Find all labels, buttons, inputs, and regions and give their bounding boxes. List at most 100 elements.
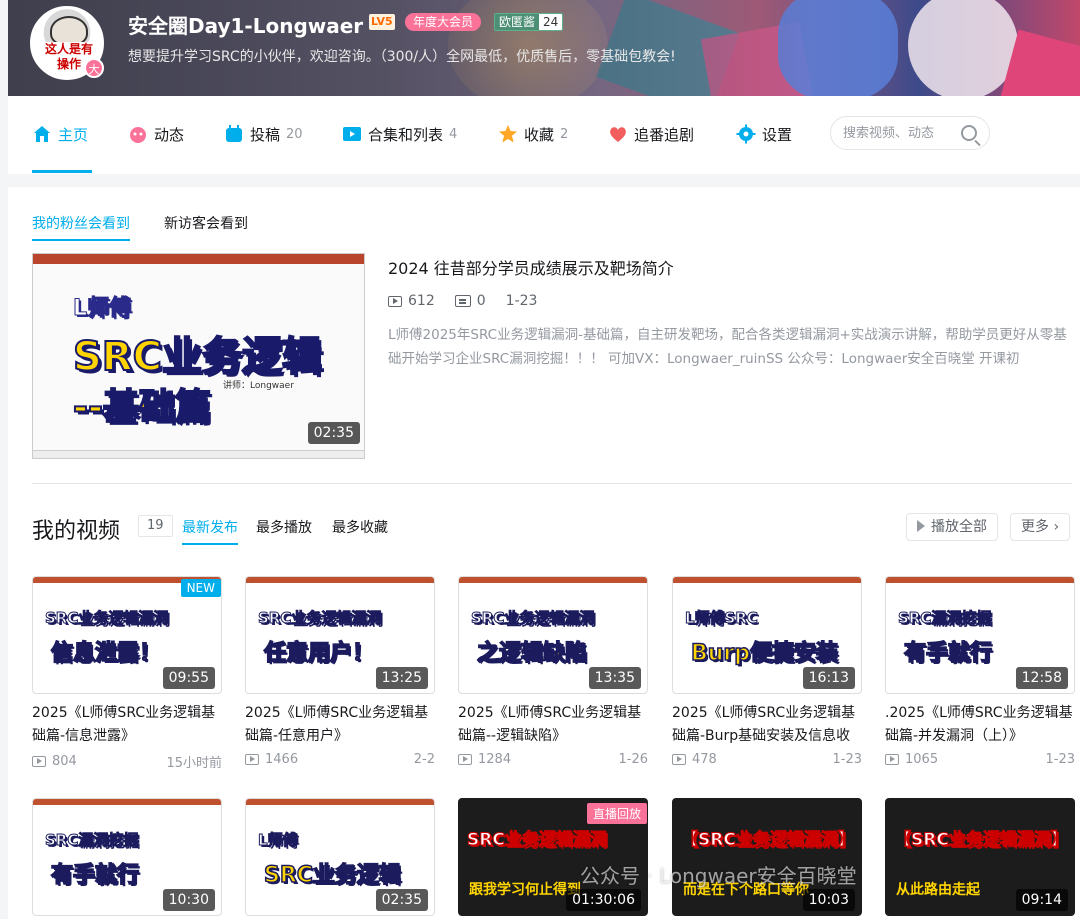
video-duration: 09:14 [1015, 889, 1068, 911]
video-thumbnail[interactable]: L师傅 SRC业务逻辑 02:35 [245, 798, 435, 916]
audience-tabs: 我的粉丝会看到 新访客会看到 [32, 213, 248, 241]
video-date: 15小时前 [166, 756, 222, 771]
tab-visitor-view[interactable]: 新访客会看到 [164, 213, 248, 241]
video-thumbnail[interactable]: SRC漏洞挖掘 有手就行 10:30 [32, 798, 222, 916]
sort-most-favorited[interactable]: 最多收藏 [332, 517, 388, 537]
video-title[interactable]: .2025《L师傅SRC业务逻辑基础篇-并发漏洞（上）》 [885, 702, 1075, 748]
video-title[interactable]: 2025《L师傅SRC业务逻辑基础篇-信息泄露》 [32, 702, 222, 748]
video-views: 1284 [478, 752, 512, 767]
video-thumb-line2: 信息泄露！ [50, 640, 162, 667]
level-badge[interactable]: LV5 [369, 14, 395, 30]
nav-collection[interactable]: 合集和列表 4 [342, 122, 457, 146]
video-card[interactable]: SRC漏洞挖掘 有手就行 12:58 .2025《L师傅SRC业务逻辑基础篇-并… [885, 576, 1075, 767]
video-meta: 1284 1-26 [458, 752, 648, 767]
video-thumb-line2: 有手就行 [50, 862, 140, 889]
video-duration: 12:58 [1015, 667, 1068, 689]
video-thumbnail[interactable]: SRC业务逻辑漏洞 跟我学习何止得到 直播回放 01:30:06 [458, 798, 648, 916]
nav-home[interactable]: 主页 [32, 122, 88, 146]
play-count-icon [458, 754, 472, 765]
video-thumb-line1: SRC业务逻辑漏洞 [470, 609, 595, 628]
featured-thumb-line2: SRC业务逻辑 [72, 333, 323, 381]
nav-settings[interactable]: 设置 [736, 122, 792, 146]
video-thumb-line1: L师傅SRC [685, 609, 759, 628]
nav-upload-label: 投稿 [250, 125, 281, 144]
fan-medal[interactable]: 欧匿酱 24 [494, 13, 564, 31]
featured-description: L师傅2025年SRC业务逻辑漏洞-基础篇，自主研发靶场，配合各类逻辑漏洞+实战… [388, 327, 1067, 367]
video-thumb-line1: SRC业务逻辑漏洞 [44, 609, 169, 628]
nav-favorites[interactable]: 收藏 2 [498, 122, 568, 146]
video-thumb-line2: 有手就行 [903, 640, 993, 667]
play-count-icon [672, 754, 686, 765]
dynamic-icon [128, 124, 148, 144]
video-card[interactable]: SRC业务逻辑漏洞 任意用户！ 13:25 2025《L师傅SRC业务逻辑基础篇… [245, 576, 435, 767]
sort-latest[interactable]: 最新发布 [182, 517, 238, 545]
video-title[interactable]: 2025《L师傅SRC业务逻辑基础篇-Burp基础安装及信息收 [672, 702, 862, 748]
video-card[interactable]: 【SRC业务逻辑漏洞】 而是在下个路口等你 10:03 [672, 798, 862, 916]
more-label: 更多 [1021, 519, 1049, 535]
nav-dynamic[interactable]: 动态 [128, 122, 184, 146]
video-duration: 13:35 [588, 667, 641, 689]
gear-icon [736, 124, 756, 144]
new-badge: NEW [180, 579, 221, 597]
nav-upload[interactable]: 投稿 20 [224, 122, 303, 146]
avatar-text-1: 这人是有 [36, 42, 102, 56]
video-thumbnail[interactable]: SRC业务逻辑漏洞 之逻辑缺陷 13:35 [458, 576, 648, 694]
nav-bangumi[interactable]: 追番追剧 [608, 122, 694, 146]
more-button[interactable]: 更多 › [1010, 513, 1071, 541]
collection-icon [342, 124, 362, 144]
video-card[interactable]: SRC漏洞挖掘 有手就行 10:30 [32, 798, 222, 916]
video-views: 1466 [265, 752, 299, 767]
video-title[interactable]: 2025《L师傅SRC业务逻辑基础篇-任意用户》 [245, 702, 435, 748]
search-input[interactable] [843, 123, 953, 143]
upload-icon [224, 124, 244, 144]
nav-favorites-label: 收藏 [524, 125, 555, 144]
video-thumbnail[interactable]: SRC业务逻辑漏洞 信息泄露！ NEW 09:55 [32, 576, 222, 694]
featured-thumb-line3: --基础篇 [72, 386, 212, 429]
video-thumbnail[interactable]: 【SRC业务逻辑漏洞】 而是在下个路口等你 10:03 [672, 798, 862, 916]
search-box [830, 116, 990, 150]
user-name: 安全圈Day1-Longwaer [128, 14, 364, 38]
sort-most-played[interactable]: 最多播放 [256, 517, 312, 537]
video-card[interactable]: 【SRC业务逻辑漏洞】 从此路由走起 09:14 [885, 798, 1075, 916]
video-views: 478 [692, 752, 717, 767]
video-thumb-line1: SRC漏洞挖掘 [44, 831, 139, 850]
featured-duration: 02:35 [307, 422, 360, 444]
play-count-icon [32, 756, 46, 767]
video-card[interactable]: SRC业务逻辑漏洞 信息泄露！ NEW 09:55 2025《L师傅SRC业务逻… [32, 576, 222, 771]
tab-fans-view[interactable]: 我的粉丝会看到 [32, 213, 130, 241]
profile-page: 这人是有 操作 大 安全圈Day1-Longwaer LV5 年度大会员 欧匿酱… [0, 0, 1080, 919]
video-card[interactable]: L师傅SRC Burp便捷安装 16:13 2025《L师傅SRC业务逻辑基础篇… [672, 576, 862, 767]
video-thumbnail[interactable]: SRC业务逻辑漏洞 任意用户！ 13:25 [245, 576, 435, 694]
vip-badge[interactable]: 年度大会员 [405, 13, 482, 31]
video-thumb-line1: SRC漏洞挖掘 [897, 609, 992, 628]
video-thumb-line2: 之逻辑缺陷 [476, 640, 588, 667]
featured-thumb-line1: L师傅 [72, 296, 132, 322]
video-thumb-line1: 【SRC业务逻辑漏洞】 [681, 830, 856, 851]
nav-favorites-count: 2 [560, 126, 569, 142]
nav-active-underline [32, 170, 92, 173]
video-thumbnail[interactable]: 【SRC业务逻辑漏洞】 从此路由走起 09:14 [885, 798, 1075, 916]
video-duration: 13:25 [375, 667, 428, 689]
featured-video-thumbnail[interactable]: L师傅 SRC业务逻辑 --基础篇 讲师：Longwaer 02:35 [32, 253, 365, 459]
live-replay-badge: 直播回放 [586, 803, 647, 824]
featured-thumb-sub: 讲师：Longwaer [223, 381, 294, 391]
video-date: 1-26 [618, 752, 648, 767]
video-thumbnail[interactable]: L师傅SRC Burp便捷安装 16:13 [672, 576, 862, 694]
watermark: 公众号 · Longwaer安全百晓堂 [580, 864, 857, 888]
video-title[interactable]: 2025《L师傅SRC业务逻辑基础篇--逻辑缺陷》 [458, 702, 648, 748]
section-divider [32, 483, 1072, 484]
featured-title[interactable]: 2024 往昔部分学员成绩展示及靶场简介 [388, 255, 674, 279]
video-duration: 10:30 [162, 889, 215, 911]
video-thumb-line1: L师傅 [258, 831, 299, 850]
play-all-button[interactable]: 播放全部 [906, 513, 998, 541]
video-thumbnail[interactable]: SRC漏洞挖掘 有手就行 12:58 [885, 576, 1075, 694]
video-duration: 10:03 [802, 889, 855, 911]
search-icon[interactable] [961, 125, 977, 141]
video-card[interactable]: L师傅 SRC业务逻辑 02:35 [245, 798, 435, 916]
video-card[interactable]: SRC业务逻辑漏洞 之逻辑缺陷 13:35 2025《L师傅SRC业务逻辑基础篇… [458, 576, 648, 767]
nav-settings-label: 设置 [762, 125, 793, 144]
fan-medal-name: 欧匿酱 [495, 14, 540, 30]
video-meta: 804 15小时前 [32, 752, 222, 771]
danmaku-icon [454, 295, 471, 307]
video-card[interactable]: SRC业务逻辑漏洞 跟我学习何止得到 直播回放 01:30:06 [458, 798, 648, 916]
